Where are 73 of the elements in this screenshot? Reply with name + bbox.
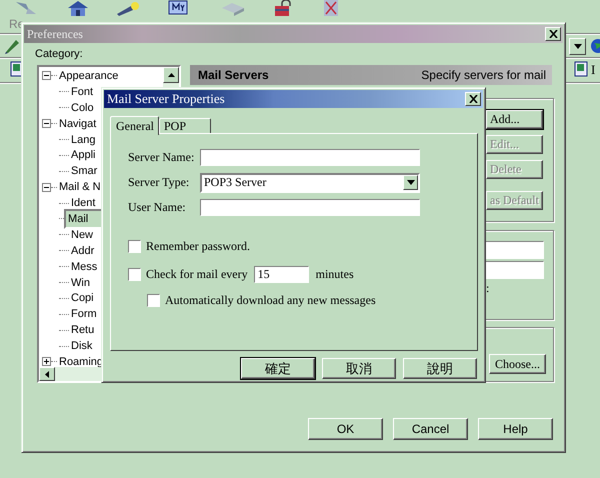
field-label: User Name: [128, 200, 187, 215]
expander-icon[interactable] [42, 182, 51, 192]
tree-item[interactable]: Addr [69, 244, 96, 258]
caret-up-icon [168, 73, 174, 77]
globe-icon[interactable] [588, 38, 600, 54]
expander-icon[interactable] [42, 71, 51, 80]
tree-item[interactable]: Ident [69, 196, 98, 210]
dialog-button[interactable]: Help [478, 418, 553, 440]
scroll-up-button[interactable] [163, 67, 179, 83]
server-button[interactable]: Add... [486, 110, 543, 129]
checkbox[interactable] [147, 294, 160, 307]
pen-icon[interactable] [4, 38, 20, 54]
toolbar-label: I [591, 62, 596, 78]
dialog-button[interactable]: 確定 [241, 358, 315, 379]
minutes-field[interactable]: 15 [254, 266, 309, 283]
tree-item[interactable]: Navigat [57, 116, 98, 131]
flashlight-icon[interactable] [115, 0, 141, 16]
caret-left-icon [45, 370, 49, 378]
label-fragment: : [486, 281, 490, 296]
caret-down-icon [574, 44, 582, 49]
caret-down-icon [406, 180, 414, 185]
window-title: Preferences [27, 26, 83, 42]
tree-item[interactable]: Win [69, 276, 92, 290]
tab[interactable]: General [110, 116, 159, 135]
window-title: Mail Server Properties [107, 91, 225, 107]
expander-icon[interactable] [42, 357, 51, 366]
document-icon[interactable] [574, 61, 588, 77]
tree-item[interactable]: Colo [69, 100, 96, 115]
tree-item[interactable]: Mail & N [57, 180, 103, 194]
dropdown[interactable]: POP3 Server [200, 172, 420, 192]
tab[interactable]: POP [158, 118, 211, 134]
tree-item[interactable]: Font [69, 84, 96, 99]
close-icon [468, 95, 478, 103]
panel-title: Mail Servers [198, 68, 269, 82]
dialog-button[interactable]: 說明 [403, 358, 477, 379]
field-label: Server Type: [128, 175, 190, 190]
choose-button[interactable]: Choose... [489, 354, 546, 374]
checkbox[interactable] [128, 268, 141, 281]
field-label: Server Name: [128, 150, 196, 165]
tree-item[interactable]: Mess [69, 260, 100, 274]
input-field[interactable] [200, 149, 420, 166]
tree-item[interactable]: Copi [69, 291, 96, 306]
checkbox-label: Check for mail every [146, 267, 248, 282]
dialog-button[interactable]: Cancel [393, 418, 468, 440]
input-field[interactable] [485, 261, 544, 279]
checkbox[interactable] [128, 240, 141, 253]
tree-item[interactable]: Disk [69, 339, 94, 354]
tree-item[interactable]: Lang [69, 132, 98, 146]
close-button[interactable] [545, 27, 561, 41]
scroll-left-button[interactable] [39, 367, 55, 381]
tree-item[interactable]: New [69, 228, 96, 242]
unit-label: minutes [316, 267, 354, 282]
checkbox-label: Automatically download any new messages [165, 293, 376, 308]
input-field[interactable] [485, 241, 544, 259]
dropdown-button[interactable] [569, 38, 586, 55]
close-icon [548, 30, 558, 38]
home-icon[interactable] [66, 0, 90, 16]
tree-item[interactable]: Appli [69, 148, 98, 162]
tree-item[interactable]: Appearance [57, 68, 120, 83]
dialog-button[interactable]: 取消 [322, 358, 396, 379]
panel-subtitle: Specify servers for mail [421, 68, 546, 82]
close-button[interactable] [465, 92, 481, 106]
tree-item[interactable]: Form [69, 307, 99, 322]
toolbar-icon[interactable] [322, 0, 340, 16]
checkbox-label: Remember password. [146, 239, 250, 254]
dialog-button[interactable]: OK [308, 418, 383, 440]
tree-item[interactable]: Retu [69, 323, 96, 338]
tree-item[interactable]: Smar [69, 164, 100, 178]
input-field[interactable] [200, 199, 420, 216]
padlock-icon[interactable] [272, 0, 294, 16]
expander-icon[interactable] [42, 119, 51, 128]
category-label: Category: [35, 48, 83, 60]
my-icon[interactable] [168, 0, 188, 16]
